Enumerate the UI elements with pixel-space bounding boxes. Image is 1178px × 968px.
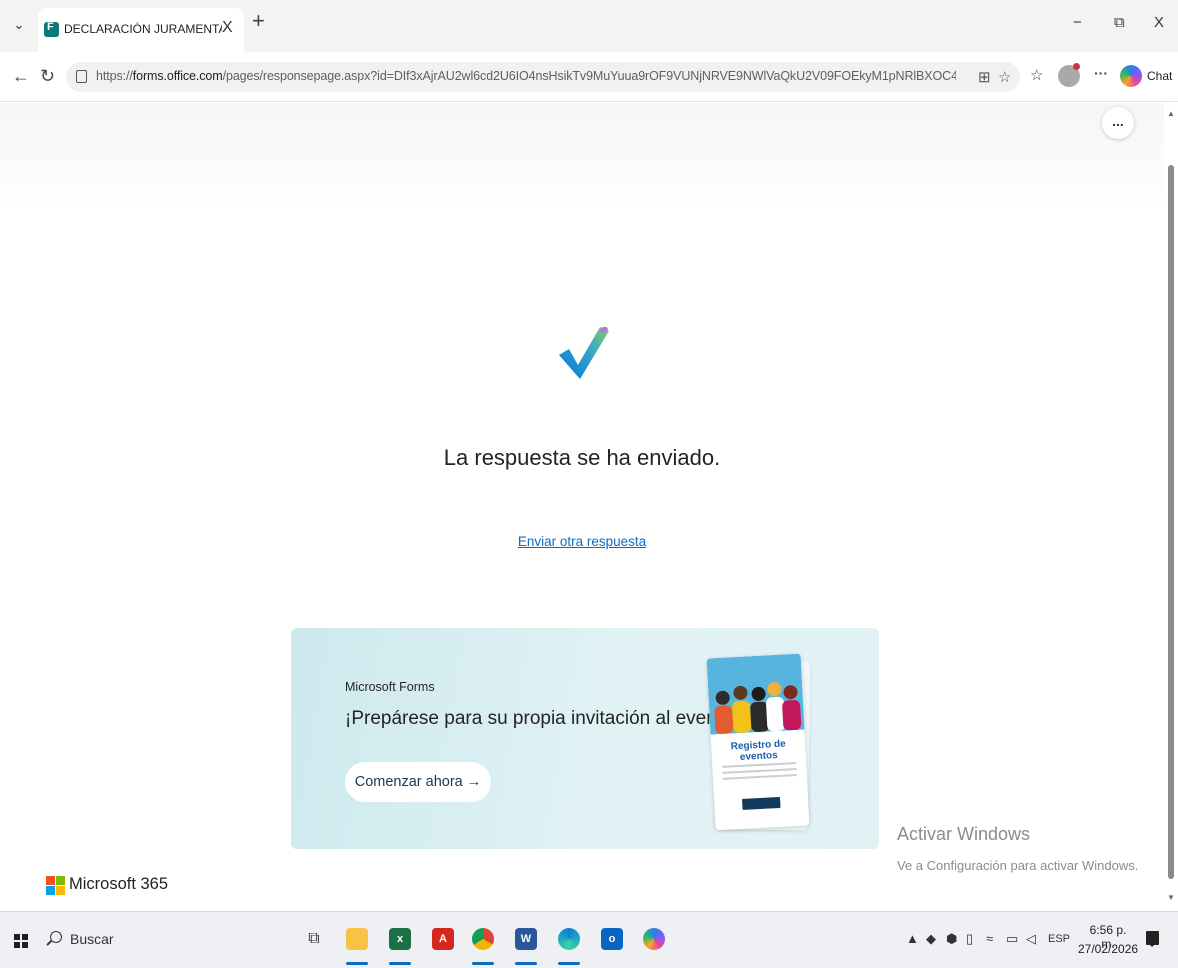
scroll-up-arrow-icon[interactable]: ▲ — [1167, 109, 1175, 118]
excel-icon[interactable]: x — [389, 928, 411, 950]
taskbar-date[interactable]: 27/02/2026 — [1078, 942, 1138, 956]
chrome-active-indicator — [472, 962, 494, 965]
window-minimize-button[interactable]: − — [1073, 14, 1082, 31]
windows-taskbar: Buscar ⧉ x A W o ▲ ◆ ⬢ ▯ ≈ ▭ ◁ ESP 6:56 … — [0, 911, 1178, 968]
microsoft-365-label: Microsoft 365 — [69, 875, 169, 893]
word-icon[interactable]: W — [515, 928, 537, 950]
browser-menu-button[interactable]: ··· — [1094, 65, 1108, 81]
excel-active-indicator — [389, 962, 411, 965]
page-scrollbar[interactable]: ▲ ▼ — [1164, 103, 1178, 911]
outlook-icon[interactable]: o — [601, 928, 623, 950]
device-icon[interactable]: ▯ — [966, 931, 973, 947]
submit-another-response-link[interactable]: Enviar otra respuesta — [518, 534, 646, 549]
taskbar-search-label[interactable]: Buscar — [70, 931, 114, 947]
url-text[interactable]: https://forms.office.com/pages/responsep… — [96, 69, 956, 83]
google-drive-icon[interactable]: ▲ — [906, 931, 919, 946]
file-explorer-active-indicator — [346, 962, 368, 965]
refresh-icon[interactable]: ↻ — [40, 67, 55, 85]
more-options-button[interactable]: ... — [1102, 107, 1134, 139]
vpn-shield-icon[interactable]: ⬢ — [946, 931, 957, 947]
split-screen-icon[interactable]: ⊞ — [978, 68, 991, 86]
notifications-icon[interactable] — [1146, 931, 1159, 947]
task-view-icon[interactable]: ⧉ — [303, 928, 325, 950]
speaker-icon[interactable]: ◁ — [1026, 931, 1036, 947]
microsoft-logo-icon — [46, 876, 65, 895]
card-title: Registro de eventos — [730, 738, 786, 763]
browser-tab-active[interactable]: DECLARACIÓN JURAMENTADA PA X — [38, 8, 244, 52]
promo-headline: ¡Prepárese para su propia invitación al … — [345, 708, 738, 729]
new-tab-button[interactable]: + — [252, 8, 265, 34]
activate-windows-title: Activar Windows — [897, 824, 1031, 844]
promo-brand: Microsoft Forms — [345, 680, 435, 694]
copilot-icon[interactable] — [1120, 65, 1142, 87]
scroll-down-arrow-icon[interactable]: ▼ — [1167, 893, 1175, 902]
page-content: ... La respuesta se ha enviado. Enviar o… — [0, 103, 1164, 911]
window-restore-button[interactable]: ⧉ — [1114, 14, 1125, 31]
activate-windows-subtitle: Ve a Configuración para activar Windows. — [897, 858, 1139, 873]
tab-close-button[interactable]: X — [222, 19, 233, 37]
edge-icon[interactable] — [558, 928, 580, 950]
card-button-shape — [742, 796, 781, 810]
back-arrow-icon[interactable]: ← — [12, 67, 30, 85]
window-close-button[interactable]: X — [1154, 14, 1164, 31]
tab-title: DECLARACIÓN JURAMENTADA PA — [64, 22, 222, 36]
edge-active-indicator — [558, 962, 580, 965]
favorite-star-icon[interactable]: ☆ — [998, 68, 1011, 86]
chrome-icon[interactable] — [472, 928, 494, 950]
word-active-indicator — [515, 962, 537, 965]
promo-banner: Microsoft Forms ¡Prepárese para su propi… — [291, 628, 879, 849]
scrollbar-thumb[interactable] — [1168, 165, 1174, 879]
windows-start-icon[interactable] — [14, 934, 28, 948]
chat-label[interactable]: Chat — [1147, 69, 1172, 83]
get-started-button[interactable]: Comenzar ahora → — [345, 762, 491, 802]
input-language[interactable]: ESP — [1048, 933, 1070, 945]
file-explorer-icon[interactable] — [346, 928, 368, 950]
tab-actions-menu-button[interactable]: ⌄ — [8, 14, 30, 36]
card-text-lines — [722, 762, 797, 784]
browser-toolbar: ← ↻ https://forms.office.com/pages/respo… — [0, 52, 1178, 102]
favorites-list-icon[interactable]: ☆ — [1030, 67, 1043, 85]
forms-favicon-icon — [44, 21, 59, 37]
lock-icon — [76, 70, 87, 83]
profile-notification-dot — [1073, 63, 1080, 70]
copilot-taskbar-icon[interactable] — [643, 928, 665, 950]
teams-icon[interactable]: ◆ — [926, 931, 936, 947]
event-registration-card-illustration: Registro de eventos — [706, 653, 811, 831]
battery-icon[interactable]: ▭ — [1006, 931, 1018, 947]
checkmark-icon — [559, 326, 609, 379]
people-illustration-icon — [706, 653, 805, 735]
browser-tab-strip: ⌄ DECLARACIÓN JURAMENTADA PA X + − ⧉ X — [0, 0, 1178, 52]
address-bar[interactable]: https://forms.office.com/pages/responsep… — [66, 62, 1020, 92]
wifi-icon[interactable]: ≈ — [986, 931, 993, 946]
search-icon[interactable] — [50, 931, 62, 943]
confirmation-message: La respuesta se ha enviado. — [443, 445, 721, 470]
card-front-sheet: Registro de eventos — [706, 653, 810, 831]
acrobat-icon[interactable]: A — [432, 928, 454, 950]
